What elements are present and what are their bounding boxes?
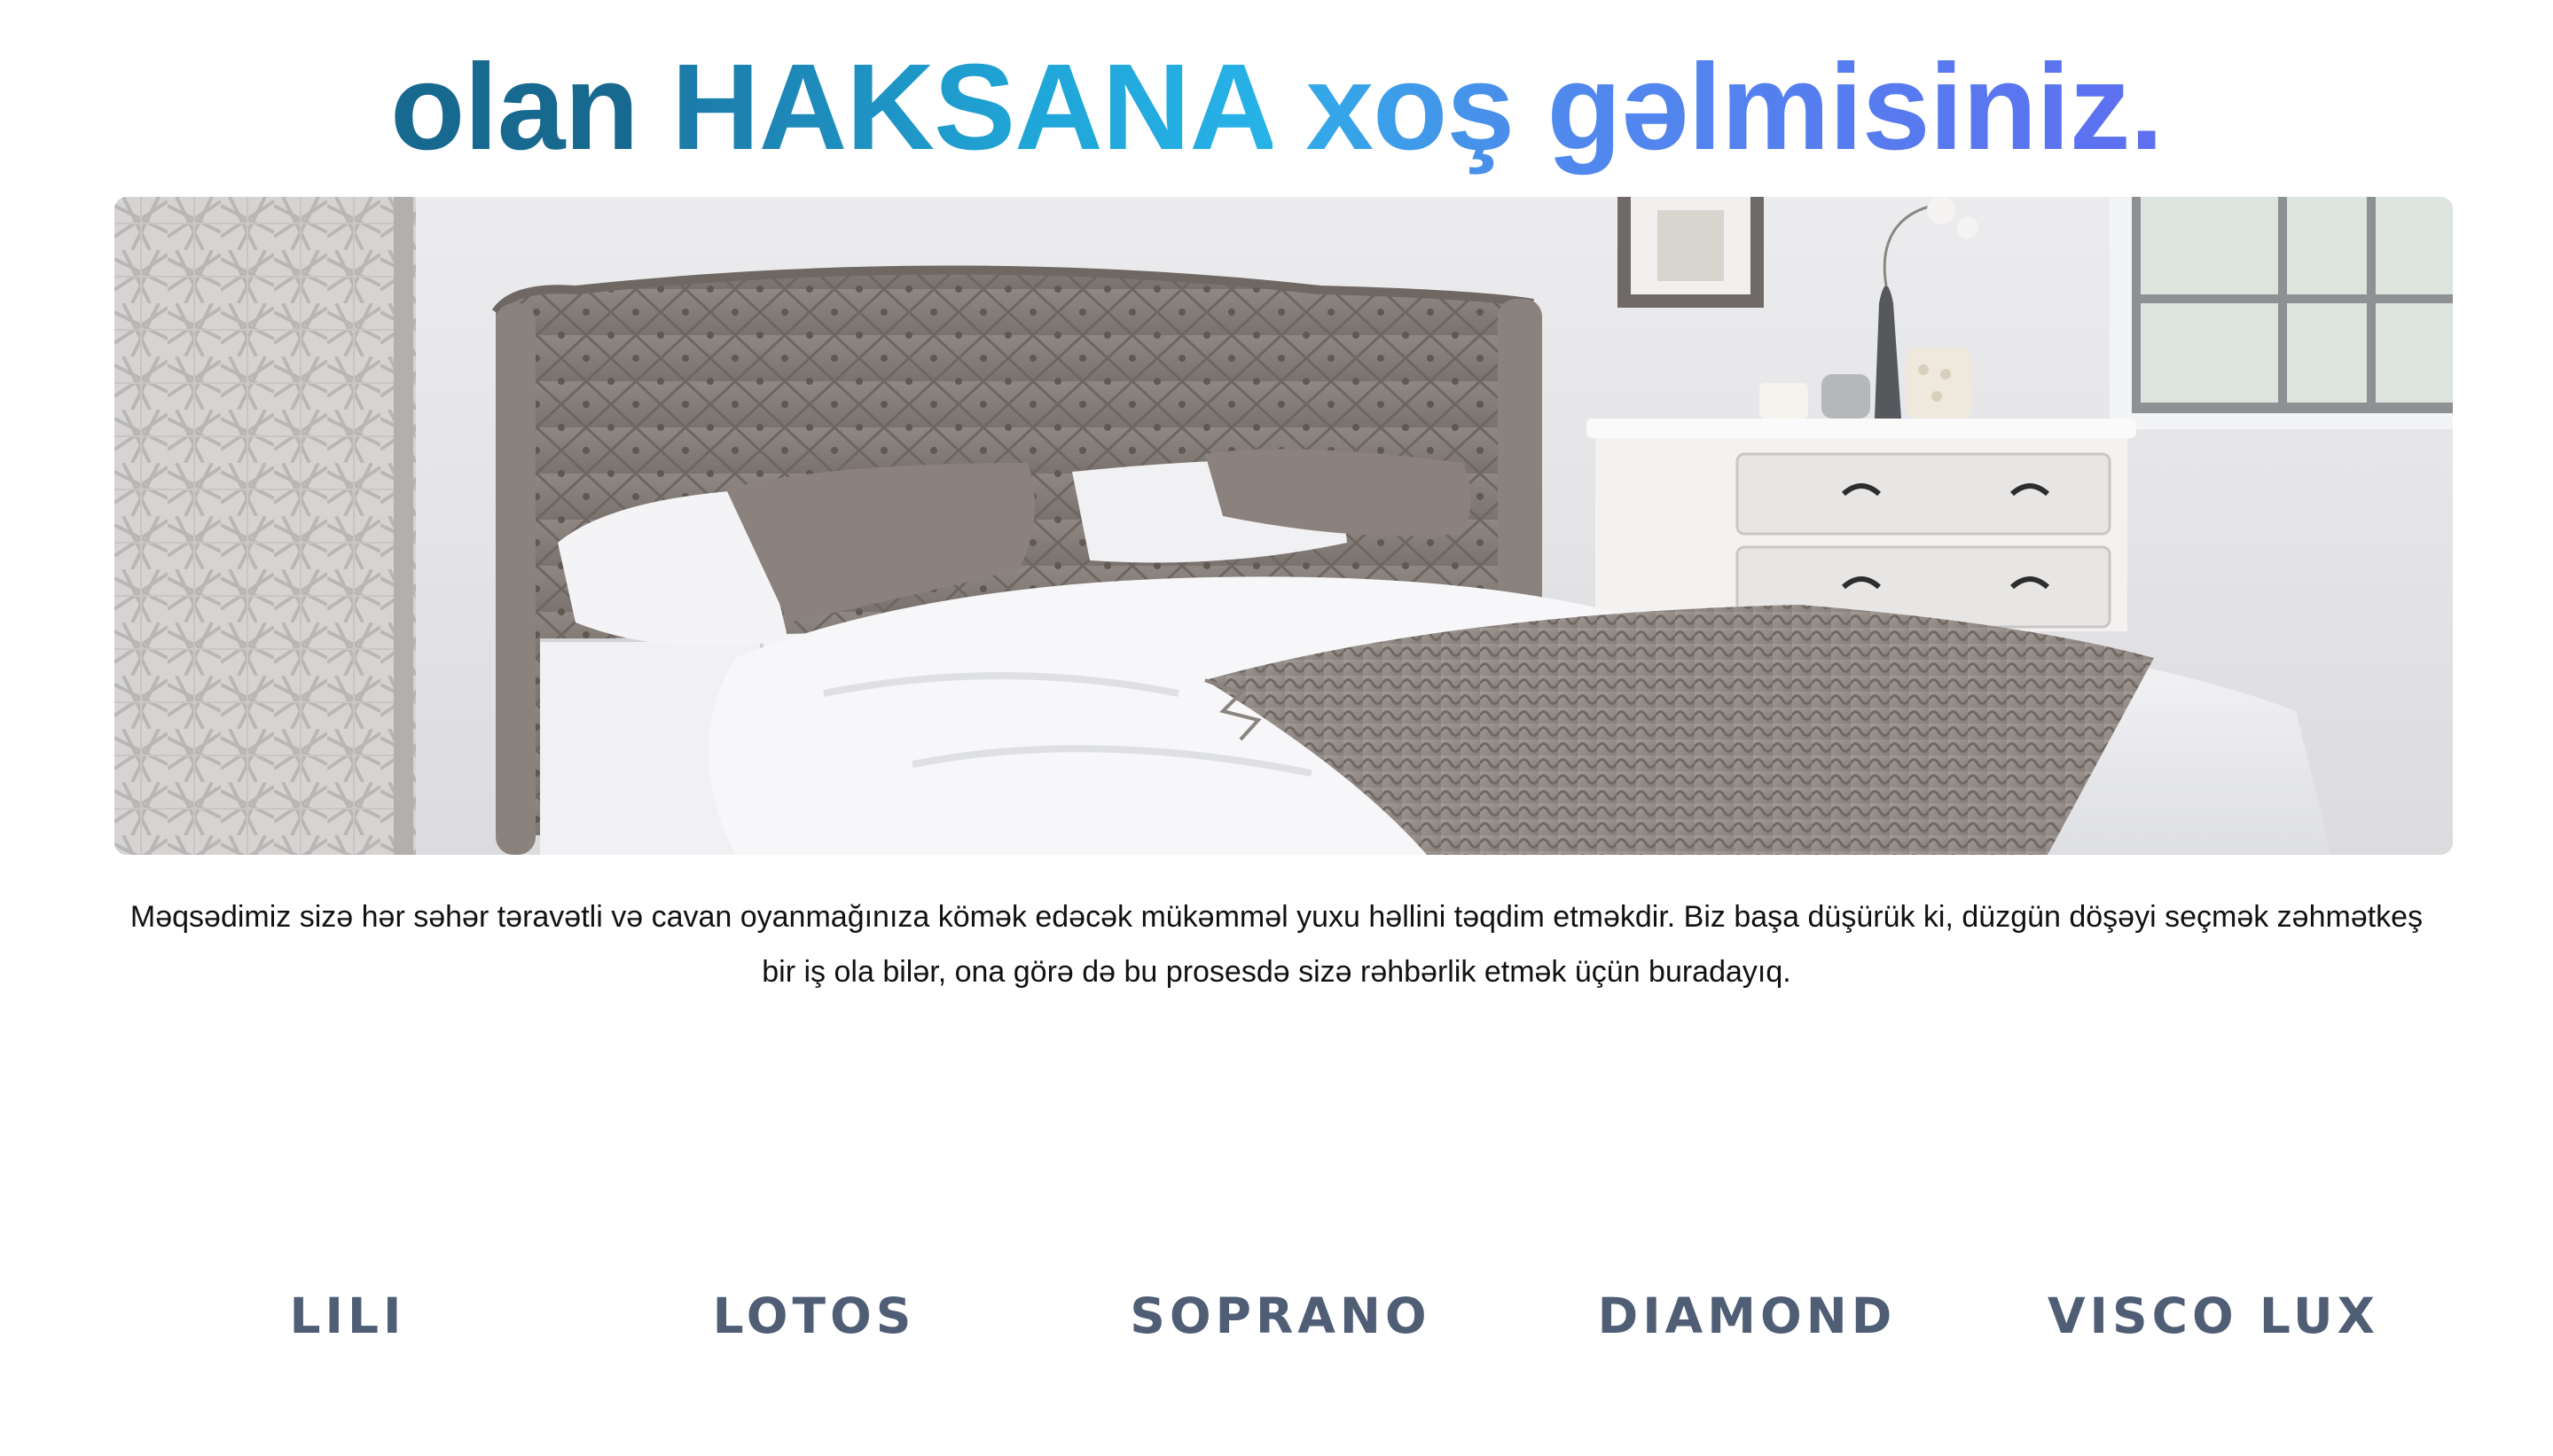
product-link-lotos[interactable]: LOTOS <box>592 1288 1036 1344</box>
product-link-soprano[interactable]: SOPRANO <box>1059 1288 1502 1344</box>
welcome-heading-part: gəlmisiniz. <box>1547 39 2163 176</box>
product-link-diamond[interactable]: DIAMOND <box>1525 1288 1969 1344</box>
product-link-visco-lux[interactable]: VISCO LUX <box>1992 1288 2435 1344</box>
product-link-lili[interactable]: LILI <box>126 1288 569 1344</box>
hero-bedroom-image <box>114 197 2453 855</box>
intro-paragraph: Məqsədimiz sizə hər səhər təravətli və c… <box>129 900 2424 989</box>
landing-page: olan HAKSANA xoş gəlmisiniz. Məqsədimiz … <box>0 0 2553 1456</box>
product-nav: LILI LOTOS SOPRANO DIAMOND VISCO LUX <box>0 1288 2553 1350</box>
welcome-heading-part: olan <box>390 39 672 176</box>
welcome-heading: olan HAKSANA xoş gəlmisiniz. <box>0 41 2553 174</box>
brand-name: HAKSANA <box>671 39 1273 176</box>
welcome-heading-part: xoş <box>1272 39 1547 176</box>
